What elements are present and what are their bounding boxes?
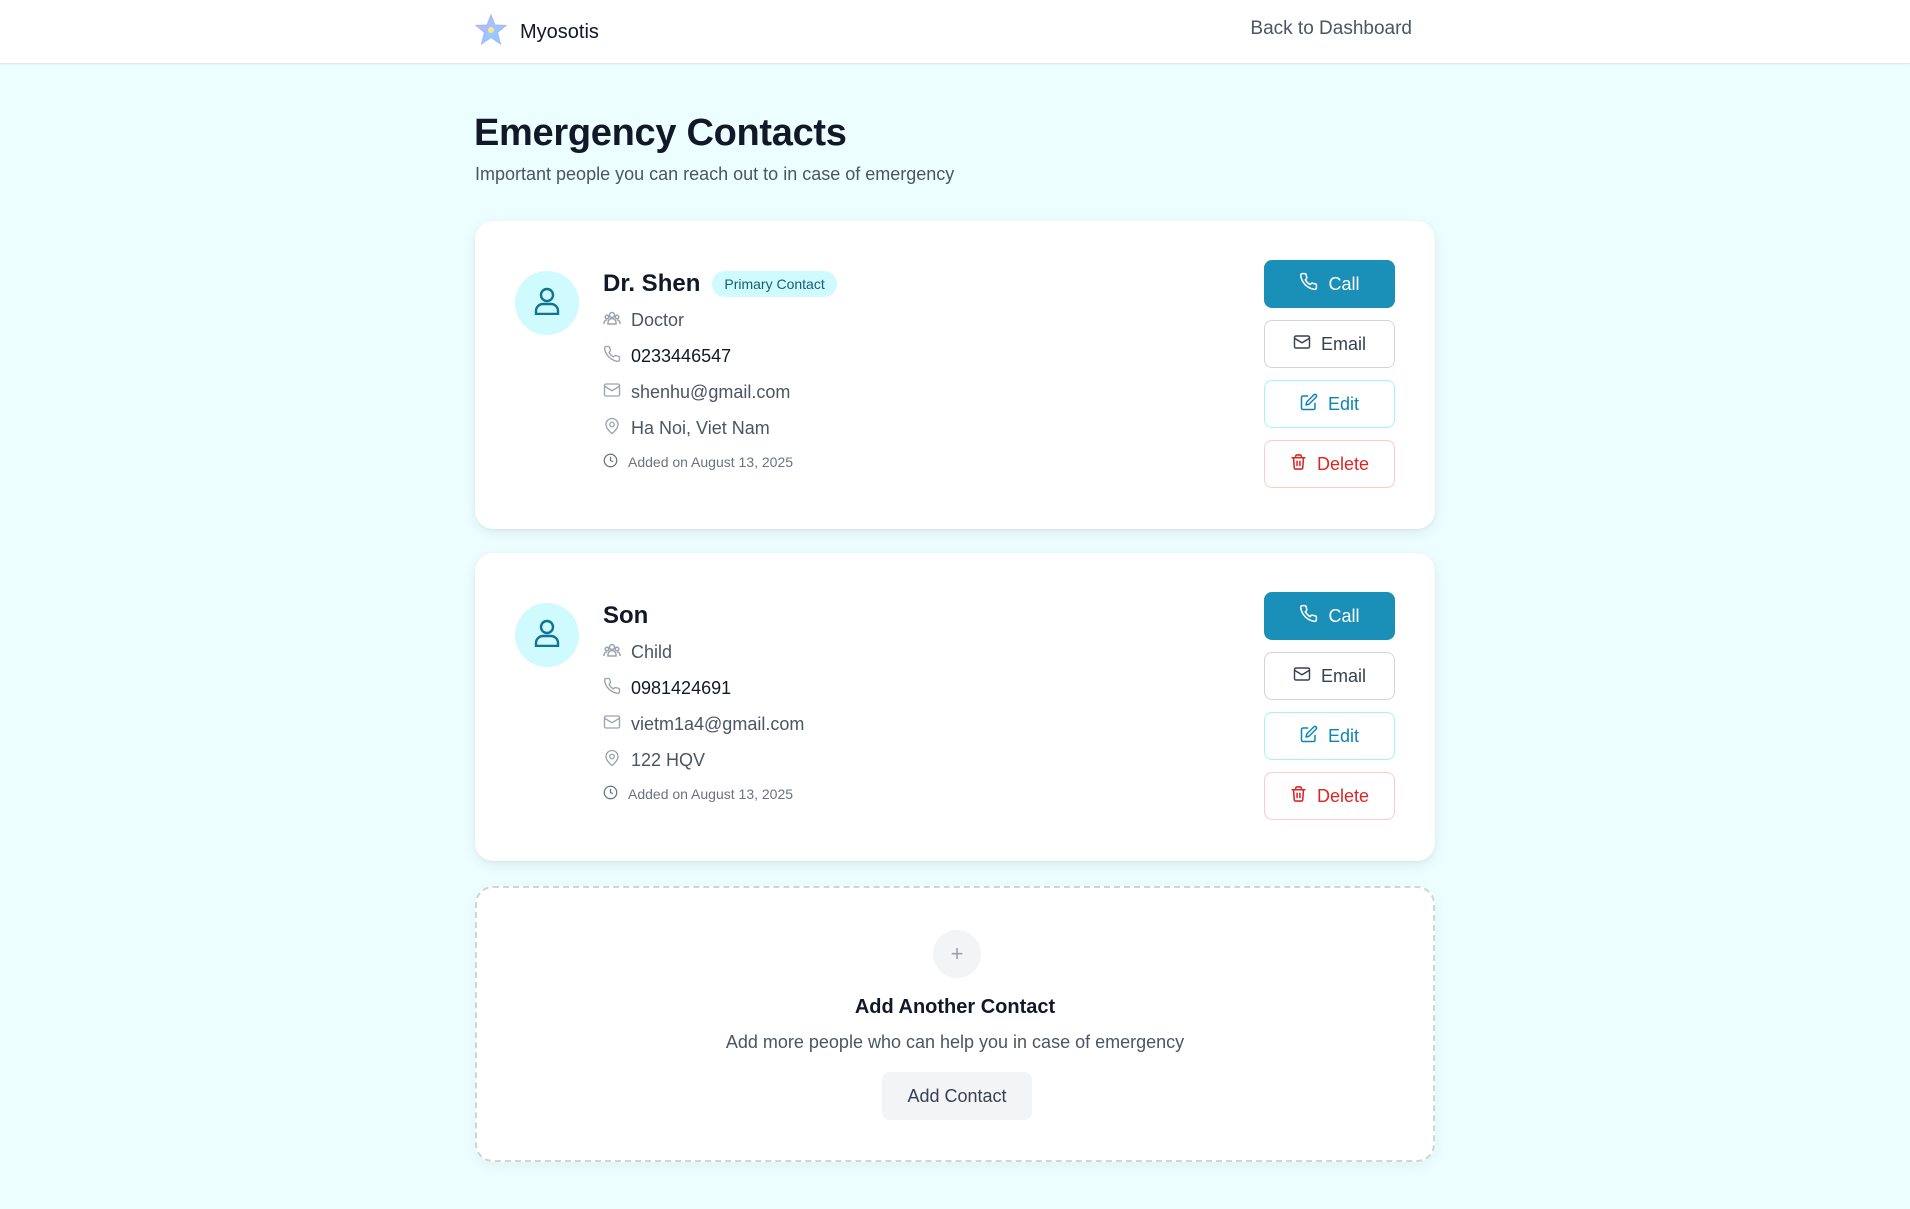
top-navbar: Myosotis Back to Dashboard — [0, 0, 1910, 64]
page-subtitle: Important people you can reach out to in… — [475, 164, 955, 184]
edit-icon — [1300, 393, 1318, 416]
added-date-text: Added on August 13, 2025 — [628, 454, 794, 470]
clock-icon — [603, 453, 618, 471]
contact-email: shenhu@gmail.com — [603, 374, 837, 410]
phone-icon — [1299, 604, 1318, 628]
contact-added-date: Added on August 13, 2025 — [603, 446, 837, 478]
delete-button[interactable]: Delete — [1264, 440, 1395, 488]
edit-label: Edit — [1327, 393, 1360, 414]
people-icon — [603, 309, 621, 332]
phone-text: 0981424691 — [631, 677, 732, 698]
people-icon — [603, 641, 621, 664]
contact-card: Dr. Shen Primary Contact Doctor 02334465… — [475, 221, 1435, 529]
contact-added-date: Added on August 13, 2025 — [603, 778, 804, 810]
email-button[interactable]: Email — [1264, 652, 1395, 700]
call-button[interactable]: Call — [1264, 592, 1395, 640]
phone-icon — [603, 345, 621, 368]
email-label: Email — [1320, 333, 1366, 354]
add-contact-card: + Add Another Contact Add more people wh… — [475, 886, 1435, 1162]
user-icon — [534, 619, 560, 652]
call-label: Call — [1328, 273, 1360, 294]
contact-info: Son Child 0981424691 vietm1a4@gmail.com … — [603, 598, 804, 810]
mail-icon — [603, 713, 621, 736]
edit-label: Edit — [1327, 725, 1360, 746]
plus-icon[interactable]: + — [933, 930, 981, 978]
contact-address: 122 HQV — [603, 742, 804, 778]
contact-phone: 0981424691 — [603, 670, 804, 706]
edit-icon — [1300, 725, 1318, 748]
contact-phone: 0233446547 — [603, 338, 837, 374]
flower-logo-icon — [474, 13, 508, 52]
contact-relationship: Child — [603, 634, 804, 670]
brand-name: Myosotis — [520, 20, 599, 43]
edit-button[interactable]: Edit — [1264, 712, 1395, 760]
add-contact-title: Add Another Contact — [854, 996, 1056, 1018]
relationship-text: Doctor — [631, 309, 685, 330]
address-text: 122 HQV — [631, 749, 706, 770]
added-date-text: Added on August 13, 2025 — [628, 786, 794, 802]
mail-icon — [1293, 333, 1311, 356]
phone-icon — [603, 677, 621, 700]
back-to-dashboard-link[interactable]: Back to Dashboard — [1250, 18, 1412, 40]
address-text: Ha Noi, Viet Nam — [631, 417, 770, 438]
email-label: Email — [1320, 665, 1366, 686]
trash-icon — [1290, 785, 1307, 808]
email-button[interactable]: Email — [1264, 320, 1395, 368]
contact-name: Son — [603, 602, 649, 629]
page-title: Emergency Contacts — [474, 112, 847, 154]
edit-button[interactable]: Edit — [1264, 380, 1395, 428]
contact-actions: Call Email Edit Delete — [1264, 592, 1395, 820]
contact-info: Dr. Shen Primary Contact Doctor 02334465… — [603, 266, 837, 478]
contact-actions: Call Email Edit Delete — [1264, 260, 1395, 488]
map-pin-icon — [603, 749, 621, 772]
delete-button[interactable]: Delete — [1264, 772, 1395, 820]
phone-text: 0233446547 — [631, 345, 732, 366]
call-label: Call — [1328, 605, 1360, 626]
mail-icon — [603, 381, 621, 404]
primary-contact-badge: Primary Contact — [712, 271, 837, 297]
map-pin-icon — [603, 417, 621, 440]
delete-label: Delete — [1316, 785, 1370, 806]
contact-card: Son Child 0981424691 vietm1a4@gmail.com … — [475, 553, 1435, 861]
contact-avatar — [515, 603, 579, 667]
contact-name-row: Dr. Shen Primary Contact — [603, 266, 837, 302]
contact-email: vietm1a4@gmail.com — [603, 706, 804, 742]
trash-icon — [1290, 453, 1307, 476]
contact-relationship: Doctor — [603, 302, 837, 338]
contact-name-row: Son — [603, 598, 804, 634]
contact-avatar — [515, 271, 579, 335]
call-button[interactable]: Call — [1264, 260, 1395, 308]
email-text: shenhu@gmail.com — [631, 381, 791, 402]
contact-name: Dr. Shen — [603, 270, 701, 297]
add-contact-subtitle: Add more people who can help you in case… — [725, 1032, 1185, 1052]
user-icon — [534, 287, 560, 320]
contact-address: Ha Noi, Viet Nam — [603, 410, 837, 446]
brand-logo-link[interactable]: Myosotis — [474, 13, 599, 52]
mail-icon — [1293, 665, 1311, 688]
clock-icon — [603, 785, 618, 803]
email-text: vietm1a4@gmail.com — [631, 713, 805, 734]
add-contact-button[interactable]: Add Contact — [882, 1072, 1032, 1120]
phone-icon — [1299, 272, 1318, 296]
delete-label: Delete — [1316, 453, 1370, 474]
relationship-text: Child — [631, 641, 673, 662]
